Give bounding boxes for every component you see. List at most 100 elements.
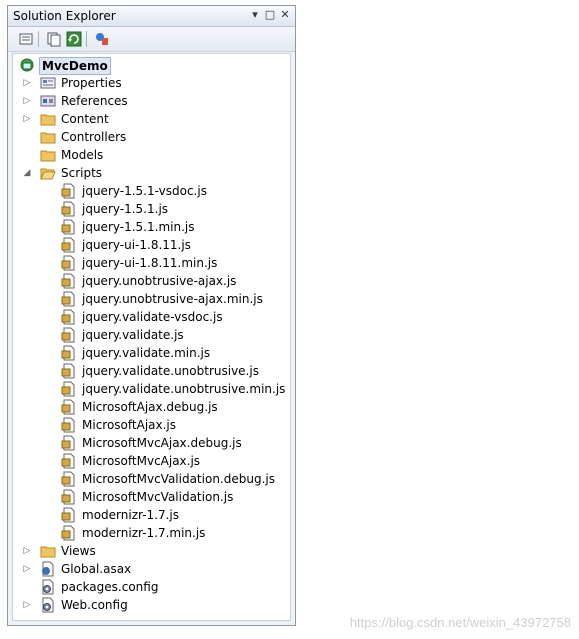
tree-node[interactable]: Controllers [13, 128, 290, 146]
project-name: MvcDemo [39, 57, 111, 75]
project-icon [19, 57, 35, 73]
js-file-icon [61, 399, 77, 415]
tree-node[interactable]: jquery.validate.js [13, 326, 290, 344]
js-file-icon [61, 381, 77, 397]
tree-node[interactable]: ▷ Web.config [13, 596, 290, 614]
expand-arrow-icon[interactable]: ▷ [22, 563, 32, 575]
tree-node-label: jquery-1.5.1.js [82, 202, 169, 216]
js-file-icon [61, 417, 77, 433]
panel-title: Solution Explorer [13, 9, 116, 23]
js-file-icon [61, 291, 77, 307]
js-file-icon [61, 489, 77, 505]
tree-node-label: References [61, 94, 128, 108]
references-icon [40, 93, 56, 109]
tree-node[interactable]: MicrosoftAjax.js [13, 416, 290, 434]
tree-node-label: jquery.validate.unobtrusive.js [82, 364, 259, 378]
tree-node[interactable]: ▷ References [13, 92, 290, 110]
js-file-icon [61, 525, 77, 541]
js-file-icon [61, 255, 77, 271]
tree-node-label: MicrosoftMvcAjax.js [82, 454, 201, 468]
project-node[interactable]: MvcDemo [13, 56, 290, 75]
tree-node-label: jquery.validate.js [82, 328, 184, 342]
watermark: https://blog.csdn.net/weixin_43972758 [349, 615, 571, 630]
folder-icon [40, 129, 56, 145]
tree-node-label: MicrosoftMvcValidation.debug.js [82, 472, 275, 486]
tree-node[interactable]: jquery.validate.unobtrusive.js [13, 362, 290, 380]
expand-arrow-icon[interactable]: ▷ [22, 599, 32, 611]
tree-node-label: packages.config [61, 580, 159, 594]
toolbar [8, 27, 295, 52]
tree-node-label: Web.config [61, 598, 128, 612]
tree-node-label: jquery.unobtrusive-ajax.min.js [82, 292, 263, 306]
js-file-icon [61, 471, 77, 487]
expand-arrow-icon[interactable]: ▷ [22, 545, 32, 557]
folder-open-icon [40, 165, 56, 181]
tree-node[interactable]: ◢ Scripts [13, 164, 290, 182]
tree-node-label: Content [61, 112, 109, 126]
folder-icon [40, 111, 56, 127]
tree-node-label: MicrosoftAjax.debug.js [82, 400, 218, 414]
window-position-button[interactable]: ▾ [248, 8, 262, 22]
expand-arrow-icon[interactable]: ▷ [22, 77, 32, 89]
tree-node-label: jquery.validate.unobtrusive.min.js [82, 382, 286, 396]
tree-node-label: jquery.unobtrusive-ajax.js [82, 274, 237, 288]
tree-node[interactable]: MicrosoftMvcAjax.debug.js [13, 434, 290, 452]
js-file-icon [61, 327, 77, 343]
config-file-icon [40, 579, 56, 595]
tree-node-label: Global.asax [61, 562, 132, 576]
collapse-arrow-icon[interactable]: ◢ [22, 167, 32, 179]
properties-icon[interactable] [18, 31, 34, 47]
asax-file-icon [40, 561, 56, 577]
tree-node[interactable]: jquery-1.5.1-vsdoc.js [13, 182, 290, 200]
tree-node[interactable]: jquery-1.5.1.js [13, 200, 290, 218]
tree-node-label: modernizr-1.7.min.js [82, 526, 206, 540]
toolbar-separator [86, 31, 87, 47]
tree-node[interactable]: modernizr-1.7.min.js [13, 524, 290, 542]
tree-node[interactable]: modernizr-1.7.js [13, 506, 290, 524]
tree-node[interactable]: jquery-ui-1.8.11.min.js [13, 254, 290, 272]
tree-node[interactable]: MicrosoftMvcValidation.debug.js [13, 470, 290, 488]
js-file-icon [61, 183, 77, 199]
tree-node[interactable]: ▷ Properties [13, 74, 290, 92]
tree-node-label: MicrosoftMvcAjax.debug.js [82, 436, 242, 450]
tree-node-label: Controllers [61, 130, 127, 144]
js-file-icon [61, 273, 77, 289]
tree-node[interactable]: ▷ Global.asax [13, 560, 290, 578]
tree-node-label: modernizr-1.7.js [82, 508, 179, 522]
tree-node[interactable]: packages.config [13, 578, 290, 596]
js-file-icon [61, 507, 77, 523]
tree-node[interactable]: jquery.unobtrusive-ajax.js [13, 272, 290, 290]
tree-node[interactable]: jquery.validate.unobtrusive.min.js [13, 380, 290, 398]
folder-icon [40, 147, 56, 163]
js-file-icon [61, 237, 77, 253]
tree-node-label: jquery-ui-1.8.11.js [82, 238, 191, 252]
class-diagram-icon[interactable] [94, 31, 110, 47]
show-all-files-icon[interactable] [46, 31, 62, 47]
js-file-icon [61, 453, 77, 469]
close-button[interactable]: ✕ [278, 8, 292, 22]
tree-node[interactable]: jquery.validate.min.js [13, 344, 290, 362]
tree-node[interactable]: jquery.unobtrusive-ajax.min.js [13, 290, 290, 308]
tree-node[interactable]: Models [13, 146, 290, 164]
tree-node-label: jquery.validate.min.js [82, 346, 211, 360]
expand-arrow-icon[interactable]: ▷ [22, 95, 32, 107]
tree-node[interactable]: ▷ Content [13, 110, 290, 128]
tree-node-label: MicrosoftAjax.js [82, 418, 177, 432]
tree-node[interactable]: MicrosoftMvcValidation.js [13, 488, 290, 506]
tree-node[interactable]: jquery-1.5.1.min.js [13, 218, 290, 236]
tree-node[interactable]: MicrosoftAjax.debug.js [13, 398, 290, 416]
tree-node-label: Models [61, 148, 104, 162]
properties-icon [40, 75, 56, 91]
tree-node-label: MicrosoftMvcValidation.js [82, 490, 234, 504]
js-file-icon [61, 309, 77, 325]
tree-node[interactable]: jquery.validate-vsdoc.js [13, 308, 290, 326]
refresh-icon[interactable] [66, 31, 82, 47]
maximize-button[interactable]: □ [263, 8, 277, 22]
tree-node[interactable]: jquery-ui-1.8.11.js [13, 236, 290, 254]
tree-node[interactable]: ▷ Views [13, 542, 290, 560]
title-bar: Solution Explorer ▾ □ ✕ [8, 6, 295, 27]
expand-arrow-icon[interactable]: ▷ [22, 113, 32, 125]
tree-node[interactable]: MicrosoftMvcAjax.js [13, 452, 290, 470]
tree-node-label: Scripts [61, 166, 103, 180]
folder-icon [40, 543, 56, 559]
